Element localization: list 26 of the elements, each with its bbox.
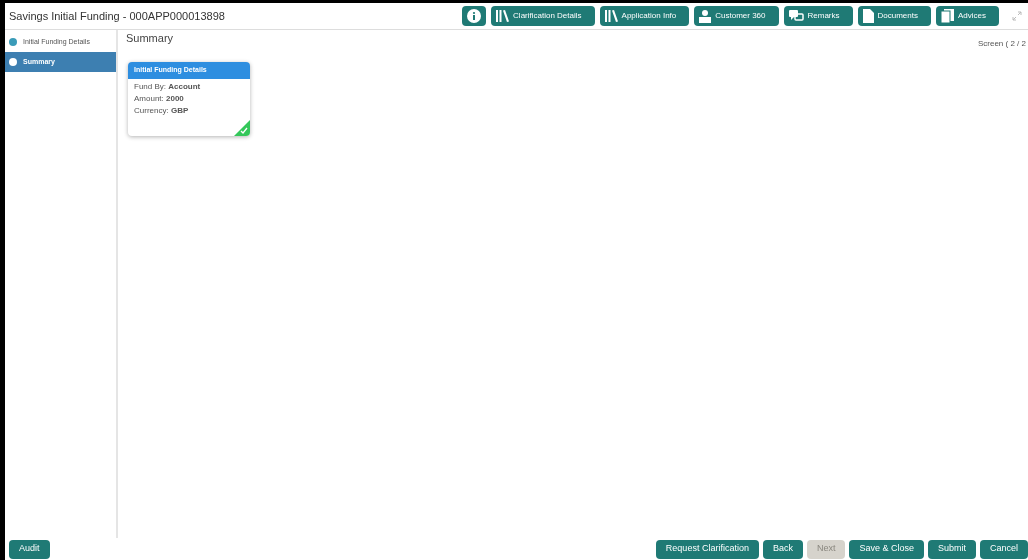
- footer-button[interactable]: Cancel: [980, 539, 1028, 559]
- footer-button[interactable]: Request Clarification: [655, 539, 759, 559]
- footer-button[interactable]: Audit: [9, 539, 50, 559]
- footer-button[interactable]: Submit: [927, 539, 976, 559]
- info-button[interactable]: [462, 6, 487, 26]
- footer-button[interactable]: Back: [762, 539, 803, 559]
- books-icon: [496, 10, 510, 22]
- toolbar-button[interactable]: Advices: [936, 6, 999, 26]
- pages-icon: [941, 9, 954, 23]
- toolbar-button[interactable]: Clarification Details: [491, 6, 595, 26]
- card-field: Fund By: Account: [134, 82, 250, 92]
- page-heading: Summary: [126, 31, 174, 46]
- toolbar-button[interactable]: Remarks: [783, 6, 853, 26]
- toolbar-button[interactable]: Documents: [857, 6, 931, 26]
- window-title: Savings Initial Funding - 000APP000013898: [9, 8, 225, 24]
- chat-icon: [788, 10, 804, 22]
- person-icon: [699, 9, 712, 23]
- screen-counter: Screen ( 2 / 2: [977, 38, 1026, 50]
- toolbar-button[interactable]: Application Info: [599, 6, 690, 26]
- card-field: Amount: 2000: [134, 94, 250, 104]
- info-icon: [467, 9, 482, 23]
- card-field: Currency: GBP: [134, 106, 250, 116]
- document-icon: [862, 9, 874, 23]
- books-icon: [604, 10, 618, 22]
- footer-button[interactable]: Save & Close: [849, 539, 924, 559]
- toolbar-button[interactable]: Customer 360: [694, 6, 779, 26]
